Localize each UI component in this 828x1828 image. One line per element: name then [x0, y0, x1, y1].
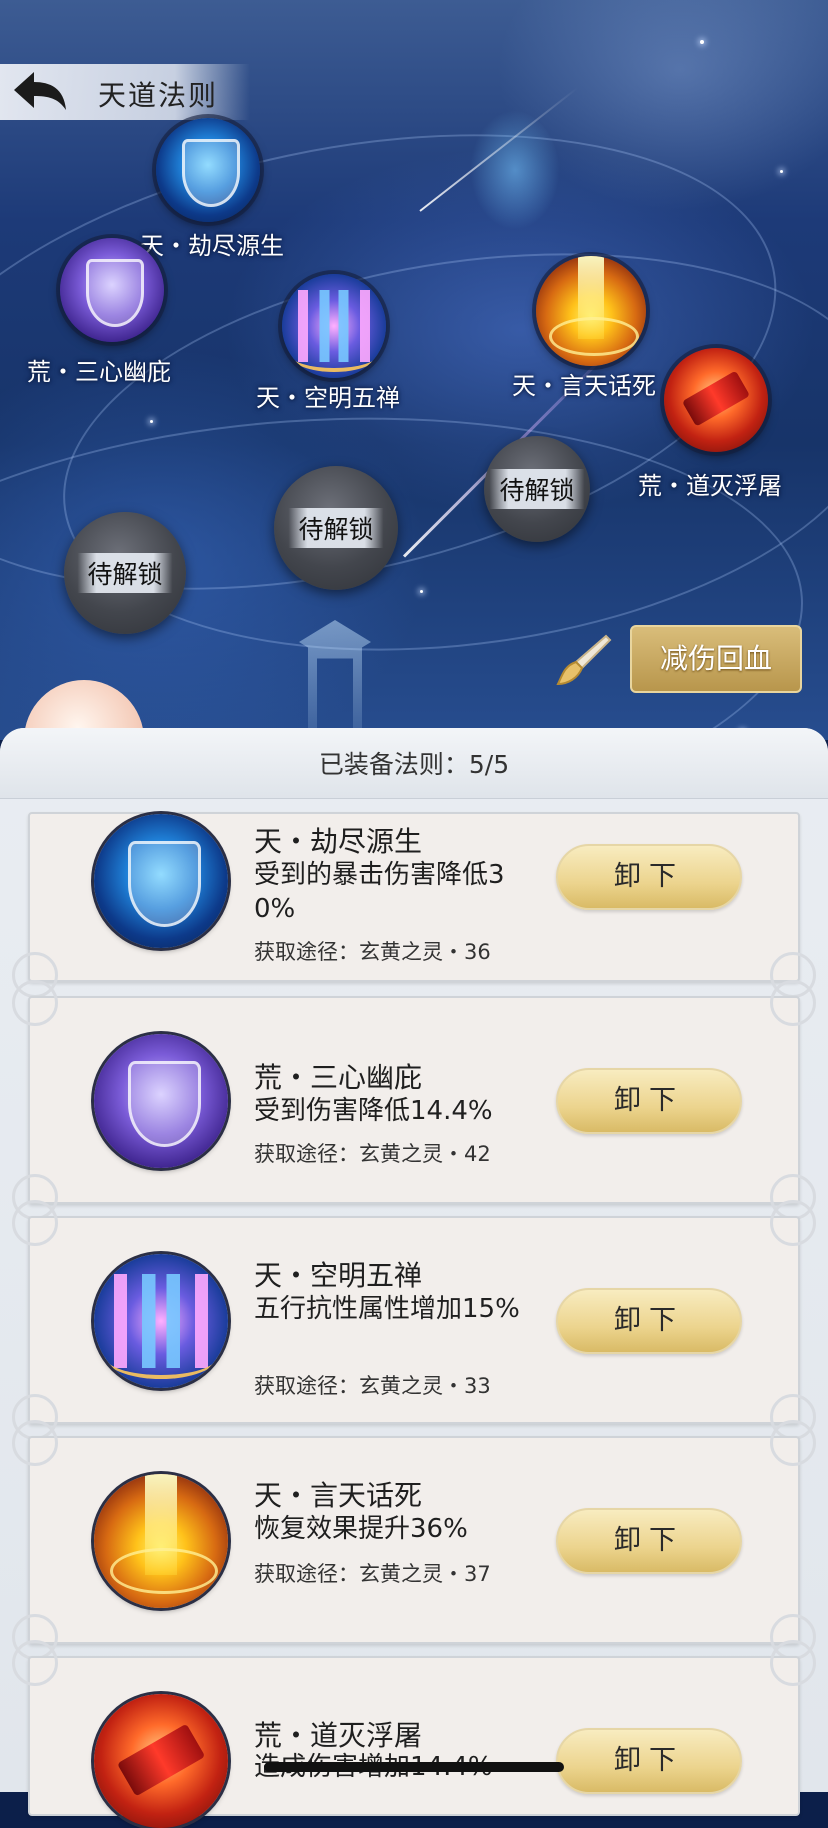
law-node-jiejin[interactable]: 天・劫尽源生	[140, 118, 284, 260]
law-source: 获取途径：玄黄之灵・36	[254, 940, 491, 964]
cloud-ornament	[12, 980, 58, 1026]
star	[780, 170, 783, 173]
equipped-laws-panel: 已装备法则：5/5 天・劫尽源生 受到的暴击伤害降低30% 获取途径：玄黄之灵・…	[0, 728, 828, 1828]
page-title: 天道法则	[98, 79, 219, 112]
shield-rune-icon	[94, 814, 228, 948]
law-description: 五行抗性属性增加15%	[254, 1294, 520, 1324]
law-description: 受到伤害降低14.4%	[254, 1096, 493, 1126]
law-card: 荒・三心幽庇 受到伤害降低14.4% 获取途径：玄黄之灵・42 卸下	[12, 980, 816, 1220]
law-card: 天・空明五禅 五行抗性属性增加15% 获取途径：玄黄之灵・33 卸下	[12, 1200, 816, 1440]
unequip-button[interactable]: 卸下	[556, 1728, 742, 1794]
cloud-ornament	[770, 1420, 816, 1466]
star	[150, 420, 153, 423]
golden-pillar-icon	[94, 1474, 228, 1608]
node-label: 荒・道灭浮屠	[638, 472, 782, 500]
home-indicator[interactable]	[264, 1762, 564, 1772]
law-card: 天・劫尽源生 受到的暴击伤害降低30% 获取途径：玄黄之灵・36 卸下	[12, 812, 816, 998]
cloud-ornament	[770, 980, 816, 1026]
back-button[interactable]	[10, 68, 70, 116]
cloud-ornament	[12, 1640, 58, 1686]
law-source: 获取途径：玄黄之灵・42	[254, 1142, 491, 1166]
law-title: 天・劫尽源生	[254, 825, 423, 858]
law-card: 天・言天话死 恢复效果提升36% 获取途径：玄黄之灵・37 卸下	[12, 1420, 816, 1660]
golden-pillar-icon	[536, 256, 646, 366]
law-node-kongming[interactable]: 天・空明五禅	[256, 274, 400, 412]
locked-label: 待解锁	[489, 469, 585, 509]
cloud-ornament	[12, 1200, 58, 1246]
locked-label: 待解锁	[288, 508, 384, 548]
locked-node[interactable]: 待解锁	[484, 436, 590, 542]
law-node-yantian[interactable]: 天・言天话死	[512, 256, 656, 400]
law-source: 获取途径：玄黄之灵・33	[254, 1374, 491, 1398]
brush-icon[interactable]	[556, 632, 612, 688]
star	[700, 40, 704, 44]
law-description: 恢复效果提升36%	[254, 1514, 468, 1544]
crimson-crystal-icon	[664, 348, 768, 452]
purple-shield-icon	[60, 238, 164, 342]
law-title: 荒・道灭浮屠	[254, 1719, 423, 1752]
unequip-button[interactable]: 卸下	[556, 1068, 742, 1134]
crimson-crystal-icon	[94, 1694, 228, 1828]
star	[420, 590, 423, 593]
panel-header: 已装备法则：5/5	[0, 728, 828, 799]
shield-rune-icon	[156, 118, 260, 222]
law-star-map: 天道法则 天・劫尽源生 荒・三心幽庇 天・空明五禅 天・言天话死 荒・道灭浮屠 …	[0, 0, 828, 740]
five-pillars-icon	[282, 274, 386, 378]
unequip-button[interactable]: 卸下	[556, 1508, 742, 1574]
equipped-count: 已装备法则：5/5	[318, 750, 510, 779]
law-node-daomie[interactable]: 荒・道灭浮屠	[638, 348, 782, 500]
law-node-sanxin[interactable]: 荒・三心幽庇	[27, 238, 171, 386]
five-pillars-icon	[94, 1254, 228, 1388]
locked-label: 待解锁	[77, 553, 173, 593]
cloud-ornament	[770, 1640, 816, 1686]
effect-summary-button[interactable]: 减伤回血	[630, 625, 802, 693]
law-title: 天・空明五禅	[254, 1259, 423, 1292]
locked-node[interactable]: 待解锁	[274, 466, 398, 590]
whale-constellation	[470, 110, 560, 230]
law-description: 受到的暴击伤害降低30%	[254, 860, 505, 924]
node-label: 荒・三心幽庇	[27, 358, 171, 386]
purple-shield-icon	[94, 1034, 228, 1168]
law-card: 荒・道灭浮屠 造成伤害增加14.4% 卸下	[12, 1640, 816, 1828]
top-bar: 天道法则	[0, 64, 250, 120]
node-label: 天・空明五禅	[256, 384, 400, 412]
cloud-ornament	[12, 1420, 58, 1466]
locked-node[interactable]: 待解锁	[64, 512, 186, 634]
node-label: 天・言天话死	[512, 372, 656, 400]
law-source: 获取途径：玄黄之灵・37	[254, 1562, 491, 1586]
law-title: 天・言天话死	[254, 1479, 423, 1512]
unequip-button[interactable]: 卸下	[556, 1288, 742, 1354]
brush-icon-svg	[556, 634, 612, 686]
unequip-button[interactable]: 卸下	[556, 844, 742, 910]
law-title: 荒・三心幽庇	[254, 1061, 423, 1094]
back-arrow-icon	[14, 72, 66, 110]
cloud-ornament	[770, 1200, 816, 1246]
